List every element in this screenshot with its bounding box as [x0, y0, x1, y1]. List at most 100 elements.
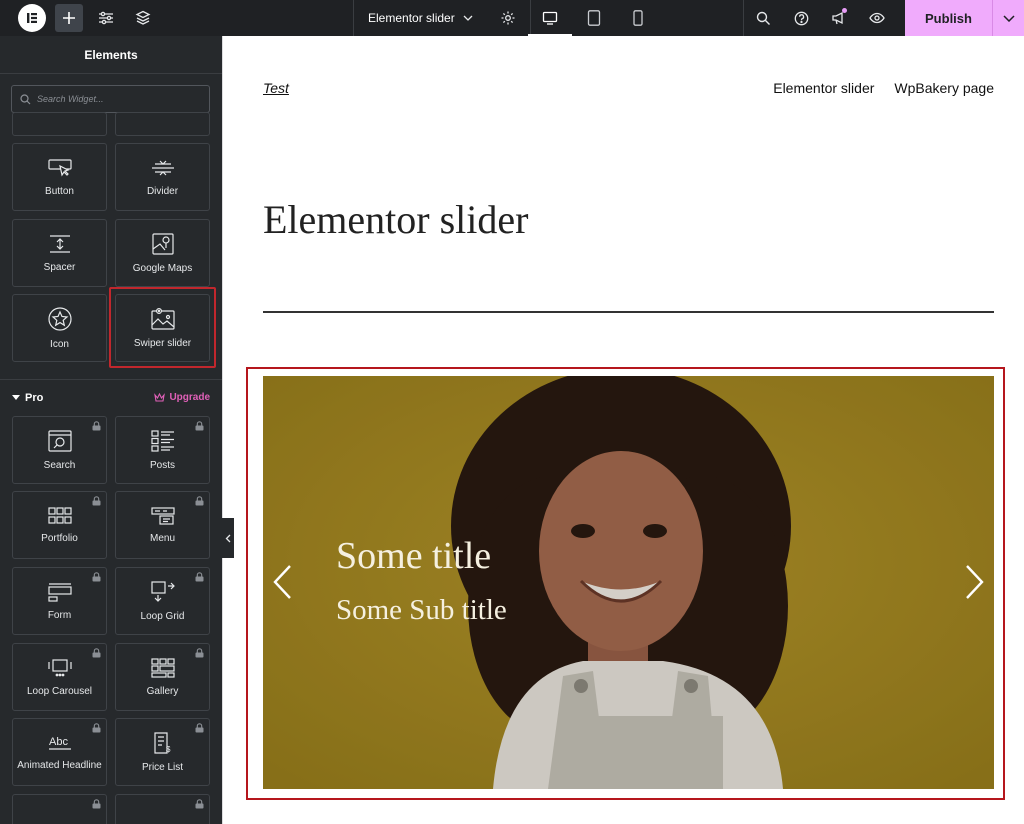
publish-button[interactable]: Publish: [905, 0, 992, 36]
nav-link-wpbakery-page[interactable]: WpBakery page: [894, 80, 994, 96]
widget-label: Portfolio: [41, 532, 78, 544]
lock-icon: [92, 421, 101, 431]
widget-label: Swiper slider: [133, 337, 192, 349]
widget-spacer[interactable]: Spacer: [12, 219, 107, 287]
slider-next-arrow-icon[interactable]: [960, 560, 990, 604]
elementor-logo-icon[interactable]: [18, 4, 46, 32]
panel-header: Elements: [0, 36, 222, 74]
image-slider-icon: [150, 307, 175, 330]
page-settings-gear-icon[interactable]: [487, 0, 531, 36]
widget-tile-partial[interactable]: [12, 112, 107, 136]
portfolio-icon: [47, 506, 72, 524]
lock-icon: [195, 572, 204, 582]
widget-label: Loop Grid: [140, 610, 185, 622]
widget-label: Form: [47, 609, 72, 621]
widget-tile-partial[interactable]: [115, 794, 210, 824]
elements-panel: Elements Button Divider Spacer Google Ma…: [0, 36, 222, 824]
chevron-down-icon: [463, 15, 473, 21]
loop-carousel-icon: [47, 658, 72, 676]
svg-text:Abc: Abc: [49, 736, 68, 748]
widget-google-maps[interactable]: Google Maps: [115, 219, 210, 287]
divider-icon: [151, 160, 174, 175]
lock-icon: [92, 496, 101, 506]
preview-eye-icon[interactable]: [858, 0, 896, 36]
search-widget-input[interactable]: [37, 94, 207, 104]
page-title: Elementor slider: [263, 197, 529, 242]
widget-label: Price List: [141, 761, 184, 773]
widget-tile-partial[interactable]: [12, 794, 107, 824]
widget-label: Menu: [149, 532, 175, 544]
chevron-down-icon: [1002, 14, 1015, 22]
price-list-icon: $: [153, 731, 171, 754]
upgrade-link[interactable]: Upgrade: [154, 392, 210, 403]
gallery-icon: [150, 657, 175, 678]
widget-menu[interactable]: Menu: [115, 491, 210, 559]
site-navigation: Elementor slider WpBakery page: [773, 80, 994, 96]
slider-slide[interactable]: Some title Some Sub title: [263, 376, 994, 789]
crown-icon: [154, 393, 166, 402]
site-title-link[interactable]: Test: [263, 80, 289, 96]
publish-options-button[interactable]: [992, 0, 1024, 36]
widget-label: Divider: [146, 185, 179, 197]
editor-canvas: Test Elementor slider WpBakery page Elem…: [222, 36, 1024, 824]
widget-label: Button: [45, 185, 74, 197]
widget-gallery[interactable]: Gallery: [115, 643, 210, 711]
lock-icon: [92, 723, 101, 733]
widget-button[interactable]: Button: [12, 143, 107, 211]
widget-label: Search: [43, 459, 76, 471]
slide-photo-girl: [263, 376, 994, 789]
widget-label: Spacer: [43, 261, 76, 273]
widget-tile-partial[interactable]: [115, 112, 210, 136]
widget-price-list[interactable]: $ Price List: [115, 718, 210, 786]
widget-search: [11, 85, 210, 113]
widget-loop-carousel[interactable]: Loop Carousel: [12, 643, 107, 711]
mobile-device-icon[interactable]: [616, 0, 660, 36]
widget-divider[interactable]: Divider: [115, 143, 210, 211]
menu-icon: [150, 506, 175, 525]
search-icon[interactable]: [744, 0, 782, 36]
widget-portfolio[interactable]: Portfolio: [12, 491, 107, 559]
button-cursor-icon: [47, 158, 72, 177]
lock-icon: [92, 648, 101, 658]
document-controls: Elementor slider: [353, 0, 531, 36]
lock-icon: [195, 421, 204, 431]
widget-label: Loop Carousel: [26, 685, 93, 697]
widget-animated-headline[interactable]: Abc Animated Headline: [12, 718, 107, 786]
widget-label: Google Maps: [132, 262, 193, 274]
chevron-left-icon: [225, 534, 231, 542]
desktop-device-icon[interactable]: [528, 0, 572, 36]
top-bar-left: [0, 0, 222, 36]
widget-posts[interactable]: Posts: [115, 416, 210, 484]
widget-loop-grid[interactable]: Loop Grid: [115, 567, 210, 635]
help-icon[interactable]: [782, 0, 820, 36]
slider-prev-arrow-icon[interactable]: [267, 560, 297, 604]
widget-label: Posts: [149, 459, 175, 471]
collapse-panel-button[interactable]: [222, 518, 234, 558]
lock-icon: [195, 723, 204, 733]
lock-icon: [195, 799, 204, 809]
pro-section-toggle[interactable]: Pro: [12, 392, 43, 404]
add-element-button[interactable]: [55, 4, 83, 32]
document-title: Elementor slider: [368, 11, 455, 25]
caret-down-icon: [12, 394, 20, 400]
responsive-device-switcher: [528, 0, 660, 36]
top-bar: Elementor slider Publish: [0, 0, 1024, 36]
structure-layers-icon[interactable]: [129, 4, 157, 32]
site-settings-icon[interactable]: [92, 4, 120, 32]
lock-icon: [195, 648, 204, 658]
notifications-megaphone-icon[interactable]: [820, 0, 858, 36]
widget-swiper-slider[interactable]: Swiper slider: [115, 294, 210, 362]
top-bar-tools: [743, 0, 896, 36]
widget-icon[interactable]: Icon: [12, 294, 107, 362]
nav-link-elementor-slider[interactable]: Elementor slider: [773, 80, 874, 96]
widget-search[interactable]: Search: [12, 416, 107, 484]
widget-form[interactable]: Form: [12, 567, 107, 635]
posts-icon: [150, 429, 174, 452]
title-divider: [263, 311, 994, 313]
tablet-device-icon[interactable]: [572, 0, 616, 36]
pro-section-header: Pro Upgrade: [0, 379, 222, 415]
notification-dot: [842, 8, 847, 13]
loop-grid-icon: [150, 580, 175, 602]
document-title-dropdown[interactable]: Elementor slider: [353, 0, 487, 36]
spacer-icon: [49, 234, 70, 253]
